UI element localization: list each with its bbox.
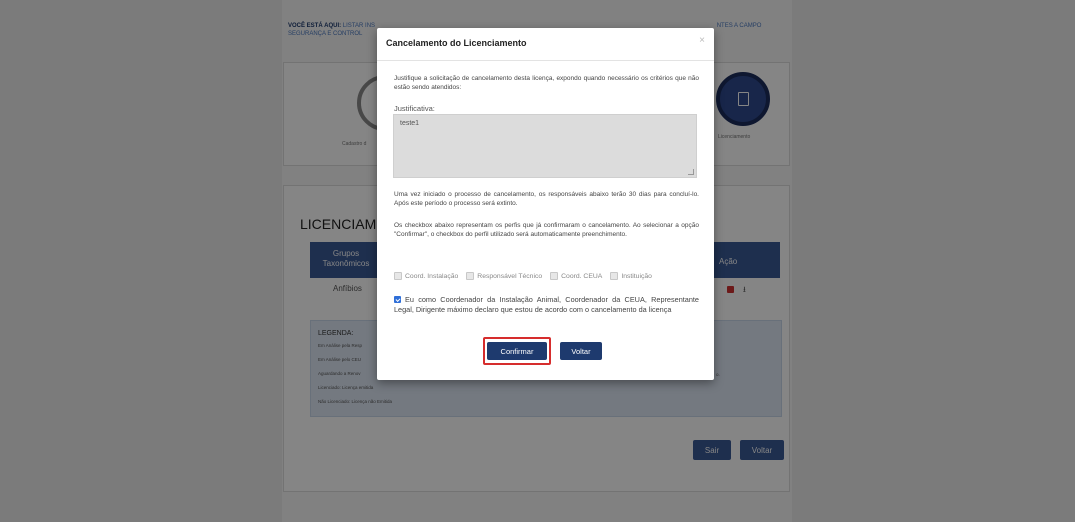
checkbox-coord-ceua: Coord. CEUA [550, 272, 602, 280]
modal-intro-text: Justifique a solicitação de cancelamento… [394, 75, 699, 91]
checkbox-responsavel-tecnico: Responsável Técnico [466, 272, 542, 280]
resize-handle-icon[interactable] [688, 169, 694, 175]
modal-header: Cancelamento do Licenciamento × [377, 28, 714, 61]
modal-info-checkboxes: Os checkbox abaixo representam os perfis… [394, 222, 699, 238]
checkbox-coord-instalacao: Coord. Instalação [394, 272, 458, 280]
cancel-license-modal: Cancelamento do Licenciamento × Justifiq… [377, 28, 714, 380]
checkbox-instituicao: Instituição [610, 272, 652, 280]
checkbox-box [610, 272, 619, 280]
checkbox-label: Coord. CEUA [561, 272, 603, 280]
confirm-button[interactable]: Confirmar [487, 342, 547, 360]
justificativa-textarea[interactable]: teste1 [393, 114, 697, 178]
agree-label: Eu como Coordenador da Instalação Animal… [394, 295, 699, 314]
justificativa-value: teste1 [400, 120, 420, 127]
checkbox-box [550, 272, 559, 280]
checkbox-box [394, 272, 402, 280]
profile-checkboxes: Coord. Instalação Responsável Técnico Co… [394, 271, 660, 281]
checkbox-box [466, 272, 475, 280]
checkbox-label: Instituição [621, 272, 652, 280]
back-button[interactable]: Voltar [560, 342, 602, 360]
modal-title: Cancelamento do Licenciamento [386, 38, 527, 48]
checkbox-label: Coord. Instalação [405, 272, 459, 280]
modal-info-deadline: Uma vez iniciado o processo de cancelame… [394, 191, 699, 207]
close-icon[interactable]: × [699, 35, 705, 46]
justificativa-label: Justificativa: [394, 104, 435, 113]
checkbox-label: Responsável Técnico [477, 272, 543, 280]
